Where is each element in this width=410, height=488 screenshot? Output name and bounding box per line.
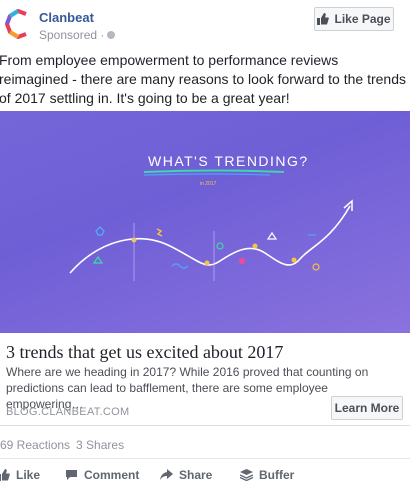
learn-more-button[interactable]: Learn More — [331, 396, 403, 420]
like-page-label: Like Page — [334, 12, 391, 26]
buffer-icon — [240, 469, 253, 481]
link-preview[interactable]: 3 trends that get us excited about 2017 … — [0, 333, 410, 426]
buffer-button[interactable]: Buffer — [240, 468, 294, 482]
like-page-button[interactable]: Like Page — [314, 7, 394, 31]
reactions-count[interactable]: 69 Reactions — [0, 438, 70, 452]
shares-count[interactable]: 3 Shares — [76, 438, 124, 452]
trending-illustration: WHAT'S TRENDING? in 2017 — [69, 153, 353, 281]
globe-icon — [107, 31, 116, 39]
share-label: Share — [179, 468, 213, 482]
thumbs-up-icon — [317, 13, 330, 25]
sponsored-text: Sponsored · — [39, 28, 105, 42]
thumbs-up-icon — [0, 469, 10, 481]
buffer-label: Buffer — [259, 468, 295, 482]
action-bar: Like Comment Share Buffer — [0, 466, 410, 486]
comment-label: Comment — [84, 468, 140, 482]
comment-icon — [66, 470, 77, 480]
like-button[interactable]: Like — [0, 468, 40, 482]
link-title[interactable]: 3 trends that get us excited about 2017 — [6, 342, 283, 363]
post-header: Clanbeat Sponsored · Like Page — [0, 0, 410, 48]
post-text: From employee empowerment to performance… — [0, 52, 406, 106]
hero-subtext: in 2017 — [200, 181, 217, 187]
share-icon — [160, 469, 173, 480]
link-domain: BLOG.CLANBEAT.COM — [6, 406, 130, 418]
like-label: Like — [16, 468, 41, 482]
hero-headline: WHAT'S TRENDING? — [148, 153, 309, 169]
sponsored-label: Sponsored · — [39, 28, 116, 42]
post-stats: 69 Reactions 3 Shares — [0, 438, 130, 452]
page-name[interactable]: Clanbeat — [39, 10, 94, 25]
stats-divider — [0, 458, 410, 459]
hero-image[interactable]: WHAT'S TRENDING? in 2017 — [0, 111, 410, 333]
comment-button[interactable]: Comment — [65, 468, 139, 482]
clanbeat-logo[interactable] — [4, 8, 34, 40]
share-button[interactable]: Share — [160, 468, 212, 482]
